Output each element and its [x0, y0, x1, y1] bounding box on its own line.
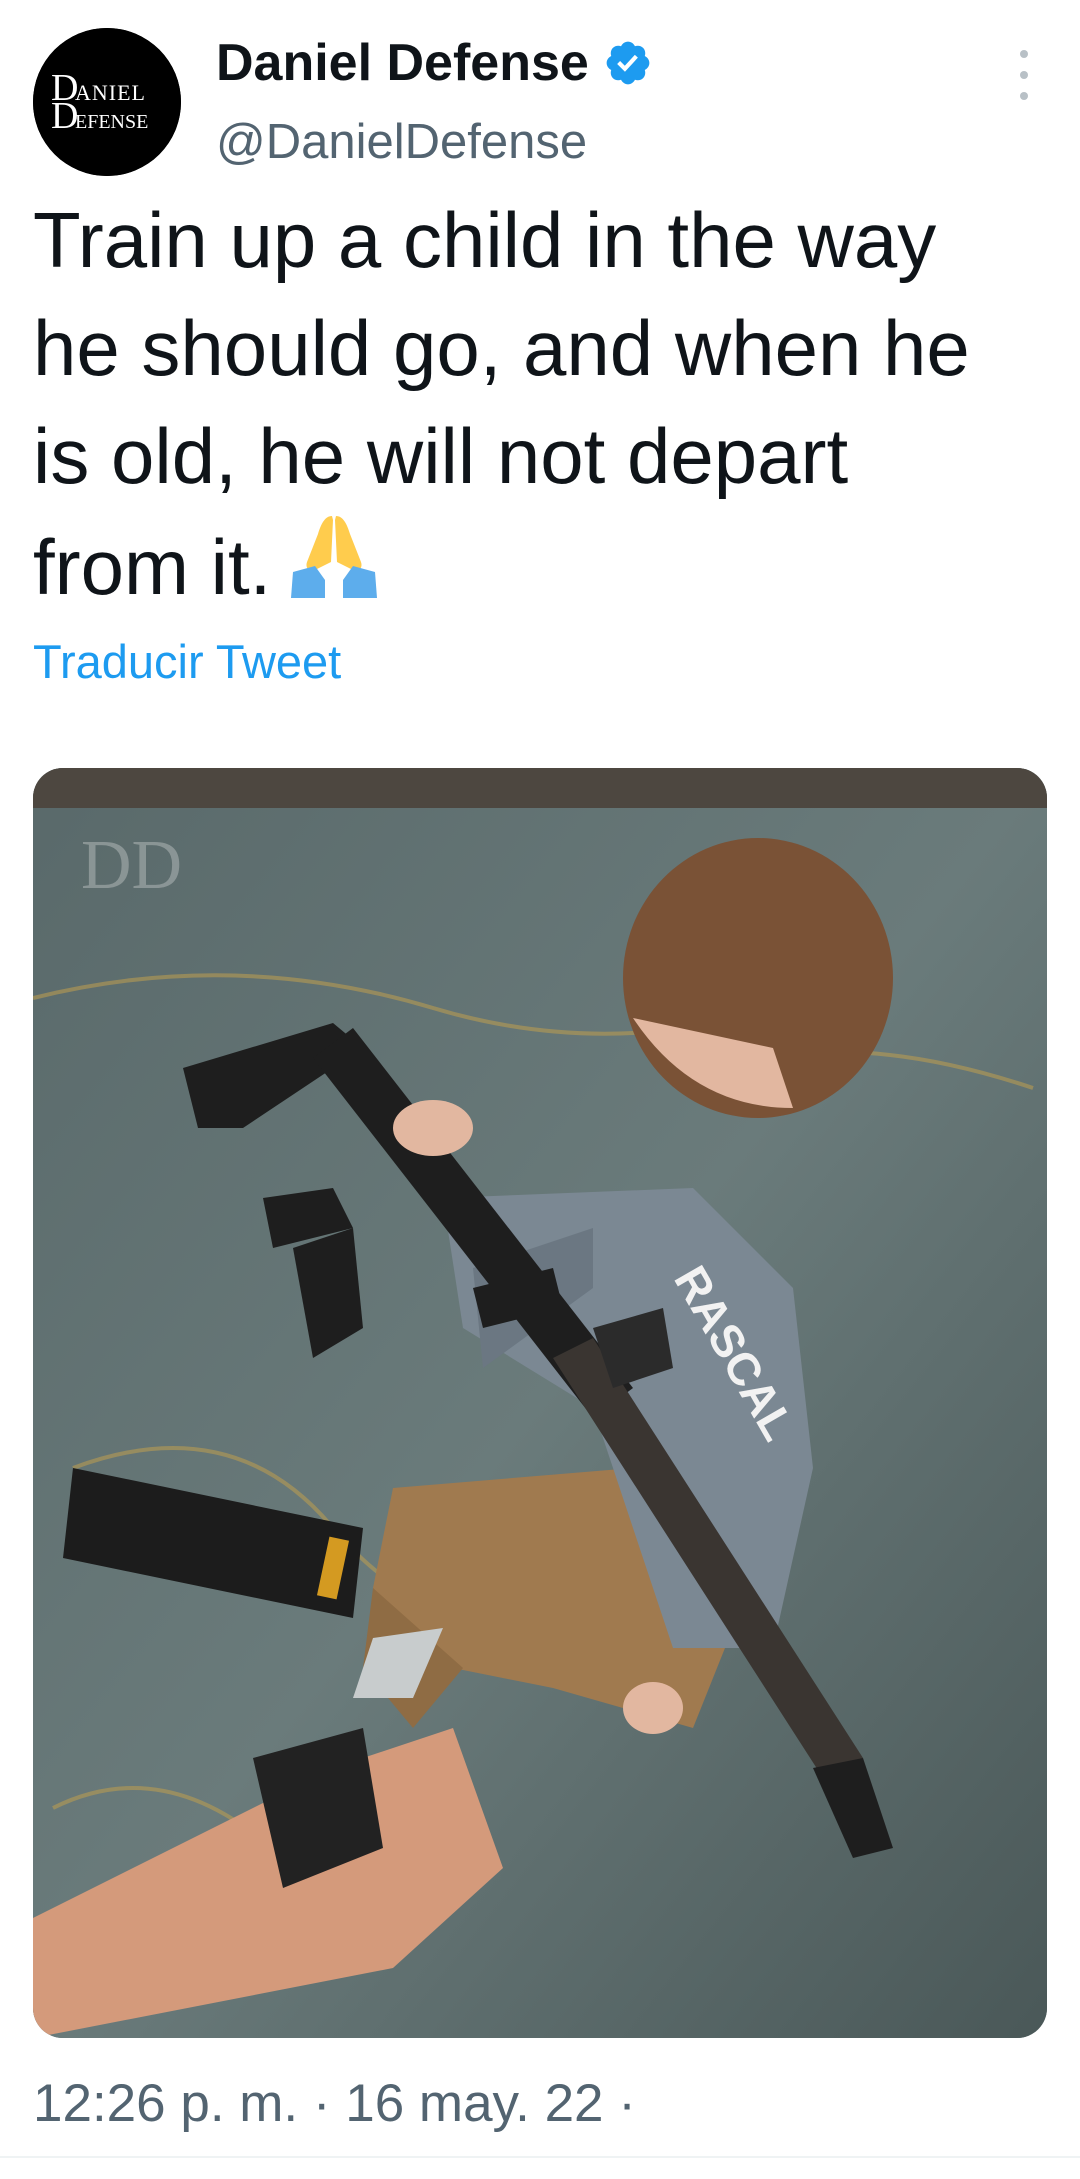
divider [0, 2156, 1080, 2158]
tweet-media-photo[interactable]: DD RASCAL [33, 768, 1047, 2038]
tweet-text: Train up a child in the way he should go… [33, 186, 1053, 621]
svg-text:ANIEL: ANIEL [75, 80, 146, 105]
folded-hands-icon [291, 516, 378, 598]
more-options-icon[interactable] [1010, 50, 1038, 100]
translate-tweet-link[interactable]: Traducir Tweet [33, 632, 341, 692]
photo-illustration: DD RASCAL [33, 768, 1047, 2038]
author-name-row[interactable]: Daniel Defense [216, 32, 653, 94]
svg-text:EFENSE: EFENSE [75, 111, 148, 133]
daniel-defense-logo: D ANIEL D EFENSE [33, 28, 181, 176]
avatar[interactable]: D ANIEL D EFENSE [33, 28, 181, 176]
tweet-timestamp[interactable]: 12:26 p. m. · 16 may. 22 · [33, 2072, 636, 2136]
author-display-name[interactable]: Daniel Defense [216, 32, 589, 94]
author-handle[interactable]: @DanielDefense [216, 112, 587, 172]
tweet-body: Train up a child in the way he should go… [33, 196, 970, 611]
watermark-text: DD [81, 827, 182, 904]
verified-badge-icon [606, 41, 650, 85]
